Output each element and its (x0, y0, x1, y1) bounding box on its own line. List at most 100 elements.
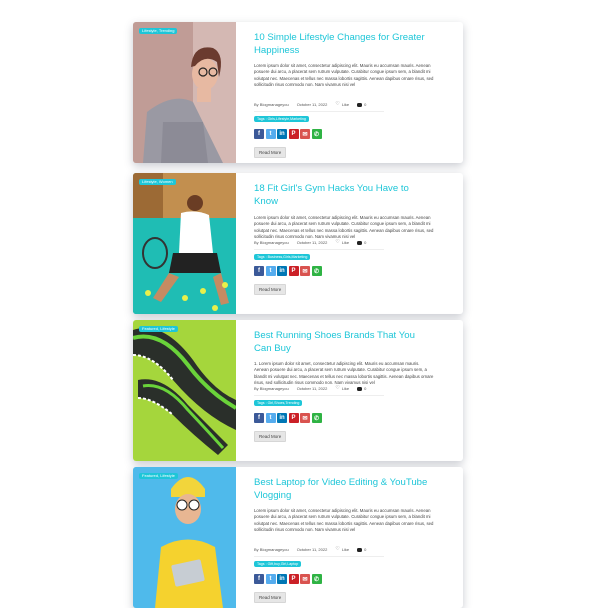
divider (254, 249, 384, 250)
share-buttons: f t in P ✉ ✆ (254, 574, 322, 584)
share-buttons: f t in P ✉ ✆ (254, 413, 322, 423)
twitter-icon[interactable]: t (265, 266, 276, 276)
divider (254, 556, 384, 557)
post-excerpt: Lorem ipsum dolor sit amet, consectetur … (254, 508, 434, 532)
heart-icon: ♡ (335, 385, 340, 391)
category-badge[interactable]: Featured, Lifestyle (139, 473, 178, 479)
post-title[interactable]: 10 Simple Lifestyle Changes for Greater … (254, 31, 434, 57)
twitter-icon[interactable]: t (265, 413, 276, 423)
facebook-icon[interactable]: f (254, 574, 264, 584)
twitter-icon[interactable]: t (265, 574, 276, 584)
post-title[interactable]: Best Laptop for Video Editing & YouTube … (254, 476, 434, 502)
post-content: 10 Simple Lifestyle Changes for Greater … (236, 22, 463, 163)
post-thumbnail[interactable]: Lifestyle, Trending (133, 22, 236, 163)
post-thumbnail[interactable]: Lifestyle, Women (133, 173, 236, 314)
post-thumbnail[interactable]: Featured, Lifestyle (133, 467, 236, 608)
comment-count[interactable]: 0 (357, 547, 366, 552)
category-badge[interactable]: Featured, Lifestyle (139, 326, 178, 332)
post-content: Best Laptop for Video Editing & YouTube … (236, 467, 463, 608)
read-more-button[interactable]: Read More (254, 592, 287, 603)
read-more-button[interactable]: Read More (254, 431, 287, 442)
linkedin-icon[interactable]: in (277, 129, 287, 139)
comment-icon (357, 102, 363, 107)
like-label: Like (341, 102, 350, 107)
post-content: Best Running Shoes Brands That You Can B… (236, 320, 463, 461)
laptop-girl-image (133, 467, 236, 608)
read-more-button[interactable]: Read More (254, 147, 287, 158)
woman-glasses-image (133, 22, 236, 163)
linkedin-icon[interactable]: in (277, 266, 287, 276)
pinterest-icon[interactable]: P (288, 266, 299, 276)
like-label: Like (341, 240, 350, 245)
comment-count[interactable]: 0 (357, 386, 366, 391)
tags-badge[interactable]: Tags : Girls,Lifestyle,Marketing (254, 116, 309, 122)
whatsapp-icon[interactable]: ✆ (311, 574, 322, 584)
post-date: October 11, 2022 (296, 102, 328, 107)
like-button[interactable]: ♡ Like (335, 101, 350, 108)
post-date: October 11, 2022 (296, 547, 328, 552)
comment-count[interactable]: 0 (357, 240, 366, 245)
post-date: October 11, 2022 (296, 240, 328, 245)
pinterest-icon[interactable]: P (288, 129, 299, 139)
post-author[interactable]: By Blogmanageyou (254, 386, 289, 391)
post-date: October 11, 2022 (296, 386, 328, 391)
post-meta: By Blogmanageyou October 11, 2022 ♡ Like … (254, 101, 366, 108)
category-badge[interactable]: Lifestyle, Women (139, 179, 176, 185)
tags-badge[interactable]: Tags : Gift,buy,Girl,Laptop (254, 561, 302, 567)
comment-count-value: 0 (364, 386, 367, 391)
post-card: Lifestyle, Trending 10 Simple Lifestyle … (133, 22, 463, 163)
whatsapp-icon[interactable]: ✆ (311, 266, 322, 276)
category-badge[interactable]: Lifestyle, Trending (139, 28, 178, 34)
share-buttons: f t in P ✉ ✆ (254, 129, 322, 139)
share-buttons: f t in P ✉ ✆ (254, 266, 322, 276)
linkedin-icon[interactable]: in (277, 574, 287, 584)
tennis-girl-image (133, 173, 236, 314)
like-button[interactable]: ♡ Like (335, 240, 350, 246)
tags-badge[interactable]: Tags : Girl,Shoes,Trending (254, 400, 303, 406)
comment-count-value: 0 (364, 102, 367, 107)
like-label: Like (341, 547, 350, 552)
whatsapp-icon[interactable]: ✆ (311, 413, 322, 423)
post-title[interactable]: 18 Fit Girl's Gym Hacks You Have to Know (254, 182, 434, 208)
post-author[interactable]: By Blogmanageyou (254, 547, 289, 552)
comment-count-value: 0 (364, 240, 367, 245)
post-card: Lifestyle, Women 18 Fit Girl's Gym Hacks… (133, 173, 463, 314)
post-meta: By Blogmanageyou October 11, 2022 ♡ Like … (254, 240, 366, 246)
like-button[interactable]: ♡ Like (335, 385, 350, 392)
facebook-icon[interactable]: f (254, 413, 264, 423)
pinterest-icon[interactable]: P (288, 413, 299, 423)
post-card: Featured, Lifestyle Best Laptop for Vide… (133, 467, 463, 608)
post-excerpt: Lorem ipsum dolor sit amet, consectetur … (254, 63, 434, 87)
whatsapp-icon[interactable]: ✆ (311, 129, 322, 139)
post-meta: By Blogmanageyou October 11, 2022 ♡ Like … (254, 385, 366, 392)
running-shoes-image (133, 320, 236, 461)
post-author[interactable]: By Blogmanageyou (254, 240, 289, 245)
email-icon[interactable]: ✉ (300, 129, 310, 139)
facebook-icon[interactable]: f (254, 129, 264, 139)
facebook-icon[interactable]: f (254, 266, 264, 276)
twitter-icon[interactable]: t (265, 129, 276, 139)
comment-icon (357, 386, 363, 391)
email-icon[interactable]: ✉ (300, 266, 310, 276)
linkedin-icon[interactable]: in (277, 413, 287, 423)
comment-icon (357, 547, 363, 552)
heart-icon: ♡ (335, 546, 340, 552)
divider (254, 111, 384, 112)
read-more-button[interactable]: Read More (254, 284, 287, 295)
like-button[interactable]: ♡ Like (335, 546, 350, 553)
post-author[interactable]: By Blogmanageyou (254, 102, 289, 107)
pinterest-icon[interactable]: P (288, 574, 299, 584)
comment-count[interactable]: 0 (357, 102, 366, 107)
comment-count-value: 0 (364, 547, 367, 552)
post-content: 18 Fit Girl's Gym Hacks You Have to Know… (236, 173, 463, 314)
post-thumbnail[interactable]: Featured, Lifestyle (133, 320, 236, 461)
email-icon[interactable]: ✉ (300, 574, 310, 584)
post-excerpt: 1. Lorem ipsum dolor sit amet, consectet… (254, 361, 434, 385)
like-label: Like (341, 386, 350, 391)
email-icon[interactable]: ✉ (300, 413, 310, 423)
heart-icon: ♡ (335, 101, 340, 107)
comment-icon (357, 240, 363, 245)
post-card: Featured, Lifestyle Best Running Shoes B… (133, 320, 463, 461)
post-title[interactable]: Best Running Shoes Brands That You Can B… (254, 329, 434, 355)
tags-badge[interactable]: Tags : Business,Girls,Marketing (254, 254, 311, 260)
